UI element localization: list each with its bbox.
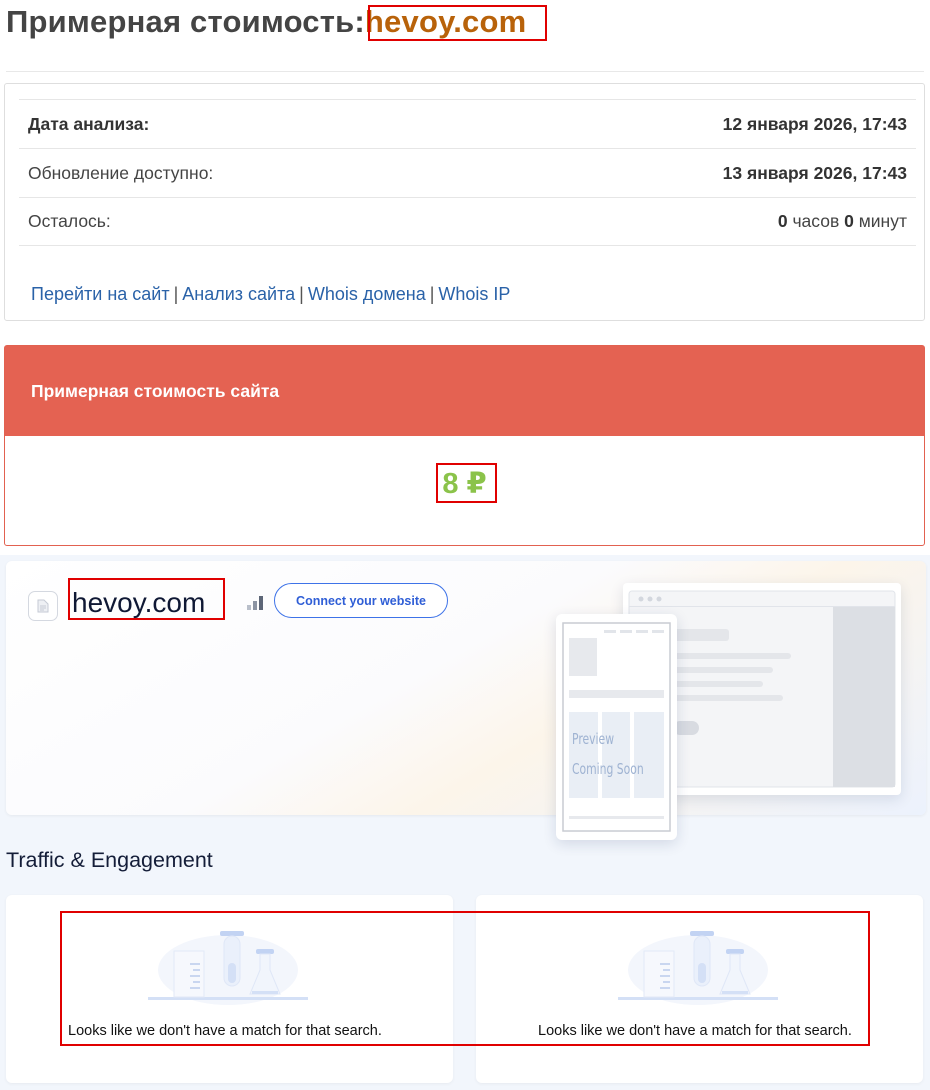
- website-overview-card: hevoy.com Connect your website Preview C…: [6, 561, 926, 840]
- no-match-message: Looks like we don't have a match for tha…: [68, 1023, 382, 1039]
- site-links: Перейти на сайт | Анализ сайта | Whois домен…: [31, 284, 510, 305]
- update-available-label: Обновление доступно:: [28, 162, 214, 183]
- title-divider: [6, 71, 924, 72]
- page-title: Примерная стоимость:hevoy.com: [6, 4, 526, 40]
- link-separator: |: [429, 284, 435, 304]
- website-domain[interactable]: hevoy.com: [72, 587, 205, 619]
- analysis-info-box: Дата анализа: 12 января 2026, 17:43 Обно…: [4, 83, 925, 321]
- rank-bars-icon: [246, 595, 264, 616]
- update-available-row: Обновление доступно: 13 января 2026, 17:…: [19, 148, 916, 197]
- link-whois-ip[interactable]: Whois IP: [438, 284, 510, 304]
- site-price-panel: Примерная стоимость сайта 8 ₽: [4, 345, 925, 546]
- minutes-value: 0: [844, 211, 854, 231]
- site-price-header: Примерная стоимость сайта: [5, 346, 924, 436]
- preview-line-2: Coming Soon: [572, 760, 644, 778]
- link-separator: |: [173, 284, 179, 304]
- analysis-info-table: Дата анализа: 12 января 2026, 17:43 Обно…: [19, 99, 916, 246]
- analysis-date-label: Дата анализа:: [28, 113, 150, 134]
- favicon-placeholder-icon: [28, 591, 58, 621]
- preview-coming-soon-text: Preview Coming Soon: [572, 724, 644, 784]
- minutes-unit: минут: [858, 211, 907, 231]
- link-separator: |: [299, 284, 304, 304]
- traffic-empty-card-left: Looks like we don't have a match for tha…: [6, 895, 453, 1083]
- page-title-domain: hevoy.com: [364, 4, 527, 39]
- hours-value: 0: [777, 211, 788, 231]
- update-available-value: 13 января 2026, 17:43: [722, 162, 907, 183]
- mobile-preview-illustration: Preview Coming Soon: [556, 614, 677, 840]
- analysis-date-value: 12 января 2026, 17:43: [722, 113, 907, 134]
- link-whois-domain[interactable]: Whois домена: [308, 284, 426, 304]
- hours-unit: часов: [792, 211, 840, 231]
- analysis-date-row: Дата анализа: 12 января 2026, 17:43: [19, 99, 916, 148]
- time-left-row: Осталось: 0 часов 0 минут: [19, 197, 916, 246]
- similarweb-widget: hevoy.com Connect your website Preview C…: [0, 555, 930, 1090]
- link-go-to-site[interactable]: Перейти на сайт: [31, 284, 170, 304]
- page-title-prefix: Примерная стоимость:: [6, 4, 365, 39]
- time-left-label: Осталось:: [28, 211, 111, 231]
- preview-line-1: Preview: [572, 730, 615, 748]
- traffic-empty-card-right: Looks like we don't have a match for tha…: [476, 895, 923, 1083]
- time-left-value: 0 часов 0 минут: [778, 211, 907, 232]
- no-match-message: Looks like we don't have a match for tha…: [538, 1023, 852, 1039]
- traffic-engagement-heading: Traffic & Engagement: [6, 848, 213, 872]
- connect-website-button[interactable]: Connect your website: [274, 583, 448, 618]
- empty-lab-illustration: [618, 925, 778, 1010]
- empty-lab-illustration: [148, 925, 308, 1010]
- link-site-analysis[interactable]: Анализ сайта: [182, 284, 295, 304]
- site-price-value: 8 ₽: [442, 468, 487, 500]
